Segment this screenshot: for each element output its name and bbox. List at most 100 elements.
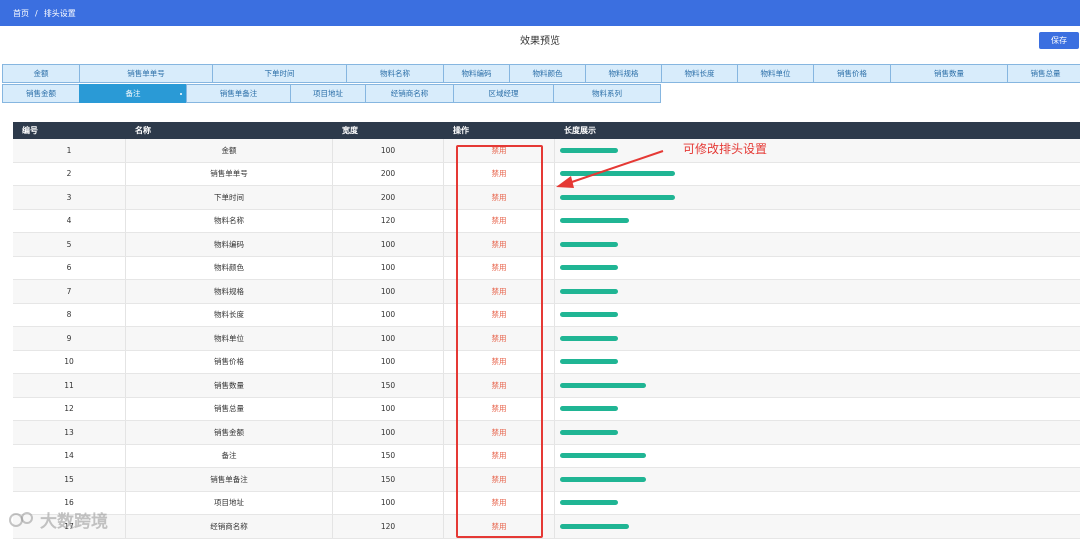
header-chip-label: 销售金额 [26, 89, 56, 98]
disable-link-cell: 禁用 [444, 374, 555, 397]
table-row: 6 物料颜色 100 禁用 [13, 256, 1080, 280]
header-chip-row2-1[interactable]: 备注 [79, 84, 187, 103]
row-name-cell: 下单时间 [126, 186, 333, 209]
row-number: 9 [66, 333, 72, 343]
disable-link[interactable]: 禁用 [492, 403, 507, 414]
row-width: 100 [380, 145, 396, 155]
disable-link[interactable]: 禁用 [492, 239, 507, 250]
header-chip-10[interactable]: 销售数量 [890, 64, 1008, 83]
save-button[interactable]: 保存 [1039, 32, 1079, 49]
length-bar-cell [555, 233, 1080, 256]
disable-link[interactable]: 禁用 [492, 333, 507, 344]
header-chip-6[interactable]: 物料规格 [585, 64, 662, 83]
header-chip-row2-2[interactable]: 销售单备注 [186, 84, 291, 103]
length-bar-cell [555, 492, 1080, 515]
table-body: 1 金额 100 禁用 2 销售单单号 200 禁用 3 下单时间 200 禁用 4 物料名称 120 禁用 5… [13, 139, 1080, 539]
header-chip-row2-5[interactable]: 区域经理 [453, 84, 554, 103]
row-number-cell: 9 [13, 327, 126, 350]
disable-link-cell: 禁用 [444, 421, 555, 444]
disable-link[interactable]: 禁用 [492, 215, 507, 226]
disable-link[interactable]: 禁用 [492, 474, 507, 485]
header-chip-8[interactable]: 物料单位 [737, 64, 814, 83]
header-chip-1[interactable]: 销售单单号 [79, 64, 213, 83]
annotation-text: 可修改排头设置 [683, 142, 768, 156]
disable-link-cell: 禁用 [444, 350, 555, 373]
header-chip-3[interactable]: 物料名称 [346, 64, 444, 83]
row-width-cell: 100 [333, 327, 444, 350]
header-chip-row2-4[interactable]: 经销商名称 [365, 84, 454, 103]
row-number: 13 [64, 427, 74, 437]
disable-link[interactable]: 禁用 [492, 427, 507, 438]
row-number-cell: 15 [13, 468, 126, 491]
drag-dot-icon [180, 93, 182, 95]
breadcrumb-home[interactable]: 首页 [13, 8, 29, 19]
row-width: 150 [380, 380, 396, 390]
row-name: 物料长度 [214, 310, 244, 320]
row-number-cell: 8 [13, 303, 126, 326]
row-width-cell: 120 [333, 209, 444, 232]
row-width-cell: 100 [333, 139, 444, 162]
length-bar [560, 194, 675, 200]
length-bar-cell [555, 210, 1080, 233]
row-number-cell: 6 [13, 256, 126, 279]
length-bar [560, 335, 618, 341]
header-chip-label: 物料规格 [608, 69, 639, 78]
disable-link-cell: 禁用 [444, 162, 555, 185]
column-header-action: 操作 [453, 126, 469, 135]
header-chip-row2-6[interactable]: 物料系列 [553, 84, 661, 103]
header-chip-7[interactable]: 物料长度 [661, 64, 738, 83]
disable-link-cell: 禁用 [444, 397, 555, 420]
row-width: 100 [380, 427, 396, 437]
length-bar-cell [555, 280, 1080, 303]
disable-link[interactable]: 禁用 [492, 450, 507, 461]
length-bar-cell [555, 398, 1080, 421]
header-chip-2[interactable]: 下单时间 [212, 64, 347, 83]
disable-link[interactable]: 禁用 [492, 145, 507, 156]
row-number-cell: 13 [13, 421, 126, 444]
header-chip-11[interactable]: 销售总量 [1007, 64, 1080, 83]
header-chip-9[interactable]: 销售价格 [813, 64, 891, 83]
header-chip-4[interactable]: 物料编码 [443, 64, 510, 83]
header-chip-row2-3[interactable]: 项目地址 [290, 84, 366, 103]
row-width-cell: 200 [333, 162, 444, 185]
header-chip-row2-0[interactable]: 销售金额 [2, 84, 80, 103]
disable-link[interactable]: 禁用 [492, 168, 507, 179]
row-name-cell: 物料单位 [126, 327, 333, 350]
table-row: 10 销售价格 100 禁用 [13, 350, 1080, 374]
row-name: 销售金额 [214, 427, 244, 437]
row-name-cell: 物料颜色 [126, 256, 333, 279]
disable-link-cell: 禁用 [444, 233, 555, 256]
disable-link[interactable]: 禁用 [492, 380, 507, 391]
length-bar [560, 241, 618, 247]
column-header-no: 编号 [22, 126, 38, 135]
row-name: 物料单位 [214, 333, 244, 343]
row-name: 物料规格 [214, 286, 244, 296]
row-number-cell: 12 [13, 397, 126, 420]
disable-link[interactable]: 禁用 [492, 192, 507, 203]
header-chip-label: 销售数量 [934, 69, 964, 78]
row-name: 物料名称 [214, 216, 244, 226]
length-bar [560, 171, 675, 177]
disable-link-cell: 禁用 [444, 186, 555, 209]
table-row: 15 销售单备注 150 禁用 [13, 468, 1080, 492]
disable-link[interactable]: 禁用 [492, 309, 507, 320]
row-number-cell: 7 [13, 280, 126, 303]
header-chip-0[interactable]: 金额 [2, 64, 80, 83]
disable-link-cell: 禁用 [444, 515, 555, 538]
header-chip-5[interactable]: 物料颜色 [509, 64, 586, 83]
disable-link[interactable]: 禁用 [492, 497, 507, 508]
disable-link[interactable]: 禁用 [492, 262, 507, 273]
row-width: 200 [380, 192, 396, 202]
length-bar [560, 453, 647, 459]
length-bar-cell [555, 186, 1080, 209]
length-bar [560, 429, 618, 435]
row-width-cell: 150 [333, 468, 444, 491]
row-width-cell: 100 [333, 397, 444, 420]
disable-link[interactable]: 禁用 [492, 356, 507, 367]
table-row: 12 销售总量 100 禁用 [13, 397, 1080, 421]
row-width-cell: 100 [333, 421, 444, 444]
disable-link[interactable]: 禁用 [492, 286, 507, 297]
disable-link[interactable]: 禁用 [492, 521, 507, 532]
length-bar-cell [555, 327, 1080, 350]
header-chip-label: 物料单位 [760, 69, 791, 78]
